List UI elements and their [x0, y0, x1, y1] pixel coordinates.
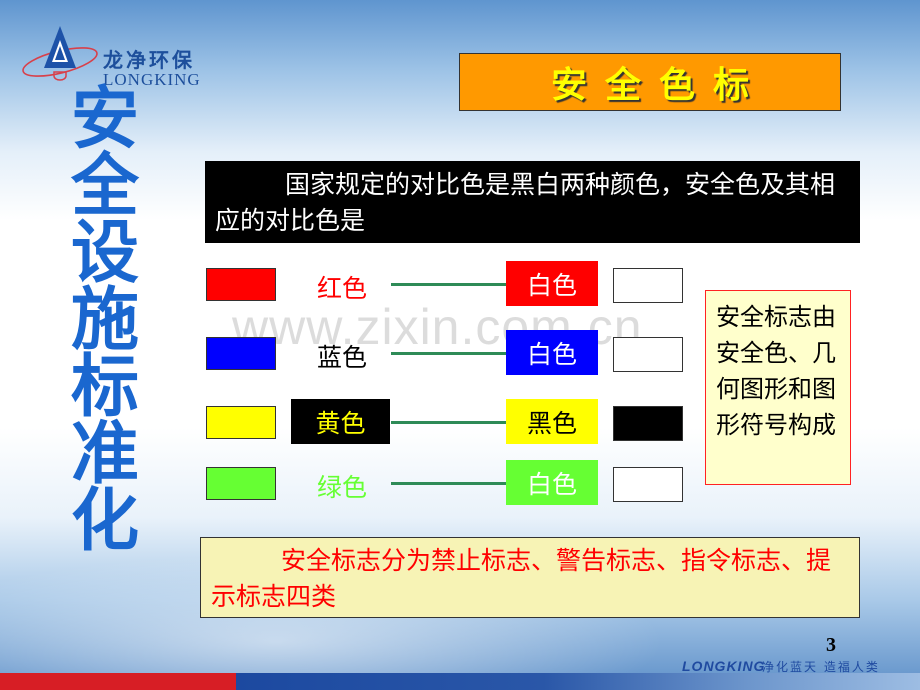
safety-color-label: 绿色 [316, 472, 367, 502]
vertical-title-char: 全 [70, 147, 139, 226]
section-banner: 安全色标 [459, 53, 841, 111]
contrast-color-label: 黑色 [506, 399, 598, 444]
contrast-color-label: 白色 [506, 330, 598, 375]
safety-sign-categories: 安全标志分为禁止标志、警告标志、指令标志、提示标志四类 [200, 537, 860, 618]
contrast-color-label: 白色 [506, 460, 598, 505]
safety-color-swatch [206, 406, 276, 439]
vertical-title-char: 设 [70, 214, 139, 293]
contrast-color-swatch [613, 406, 683, 441]
safety-color-label: 蓝色 [316, 342, 367, 372]
connector-line [391, 482, 506, 485]
footer-blue-bar [236, 673, 920, 690]
footer-brand-logo: LONGKING [682, 658, 766, 674]
banner-title: 安全色标 [550, 65, 767, 106]
contrast-color-swatch [613, 337, 683, 372]
logo-name-cn: 龙净环保 [103, 48, 195, 72]
connector-line [391, 352, 506, 355]
connector-line [391, 283, 506, 286]
vertical-title: 安 全 设 施 标 准 化 [50, 80, 160, 561]
vertical-title-char: 施 [70, 281, 139, 360]
contrast-color-swatch [613, 268, 683, 303]
page-number: 3 [826, 634, 836, 656]
vertical-title-char: 化 [70, 482, 139, 561]
connector-line [391, 421, 506, 424]
slide: 龙净环保 LONGKING 安 全 设 施 标 准 化 安全色标 国家规定的对比… [0, 0, 920, 690]
vertical-title-char: 标 [70, 348, 139, 427]
contrast-color-label: 白色 [506, 261, 598, 306]
safety-color-label: 红色 [316, 273, 367, 303]
safety-color-swatch [206, 337, 276, 370]
contrast-color-swatch [613, 467, 683, 502]
safety-sign-note: 安全标志由安全色、几何图形和图形符号构成 [705, 290, 851, 485]
safety-color-swatch [206, 268, 276, 301]
vertical-title-char: 准 [70, 415, 139, 494]
vertical-title-char: 安 [70, 80, 139, 159]
contrast-color-statement: 国家规定的对比色是黑白两种颜色，安全色及其相应的对比色是 [205, 161, 860, 243]
safety-color-label: 黄色 [291, 399, 390, 444]
safety-color-swatch [206, 467, 276, 500]
footer-red-bar [0, 673, 236, 690]
